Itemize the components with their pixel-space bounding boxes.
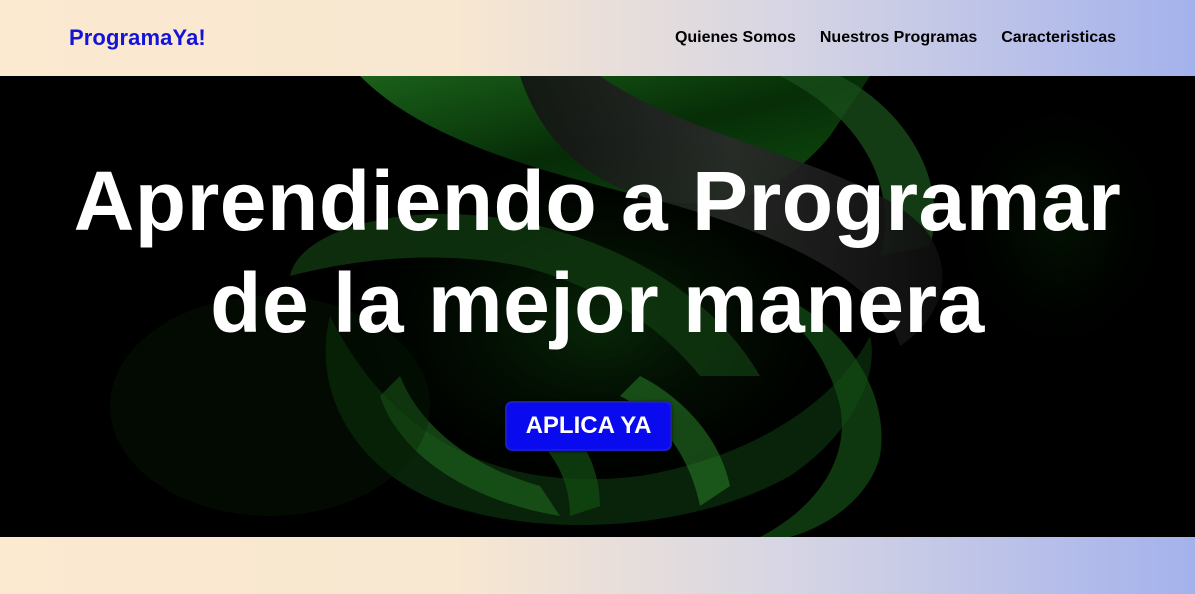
nav-link-quienes-somos[interactable]: Quienes Somos bbox=[675, 29, 796, 47]
hero-title-line-2: de la mejor manera bbox=[210, 256, 985, 350]
hero-section: Aprendiendo a Programar de la mejor mane… bbox=[0, 76, 1195, 537]
logo-link[interactable]: ProgramaYa! bbox=[69, 25, 206, 51]
hero-title: Aprendiendo a Programar de la mejor mane… bbox=[0, 150, 1195, 354]
nav-link-nuestros-programas[interactable]: Nuestros Programas bbox=[820, 29, 977, 47]
nav-link-caracteristicas[interactable]: Caracteristicas bbox=[1001, 29, 1116, 47]
apply-now-button[interactable]: APLICA YA bbox=[505, 401, 672, 451]
site-header: ProgramaYa! Quienes Somos Nuestros Progr… bbox=[0, 0, 1195, 76]
main-nav: Quienes Somos Nuestros Programas Caracte… bbox=[675, 29, 1116, 47]
hero-title-line-1: Aprendiendo a Programar bbox=[73, 154, 1122, 248]
hero-content: Aprendiendo a Programar de la mejor mane… bbox=[0, 76, 1195, 537]
bottom-section-strip bbox=[0, 537, 1195, 594]
